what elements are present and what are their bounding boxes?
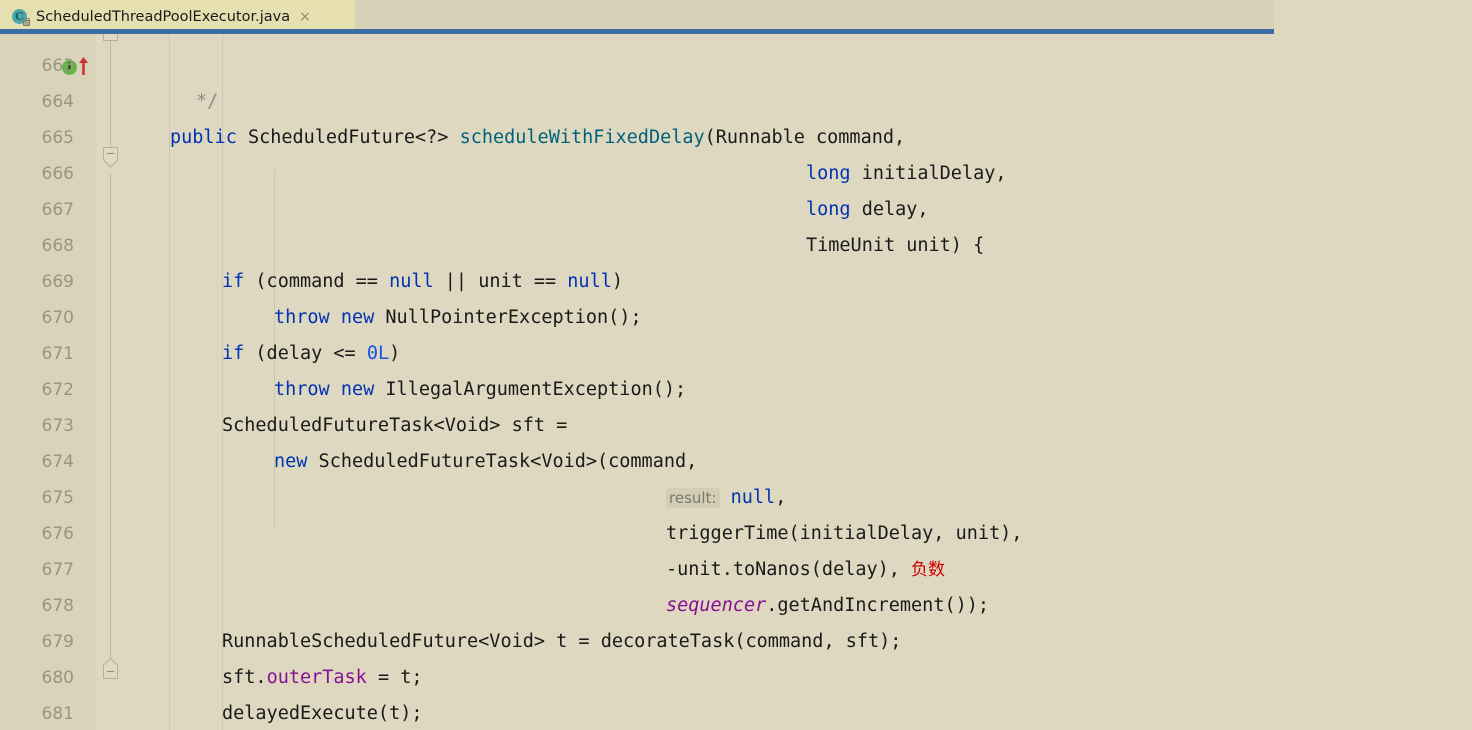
code-line[interactable]: 674 result: null, [0, 408, 1472, 508]
java-class-icon: C [12, 8, 30, 26]
code-editor[interactable]: I 663 */ 664 public ScheduledFuture<?> s… [0, 34, 1472, 730]
code-line[interactable]: 678 RunnableScheduledFuture<Void> t = de… [0, 552, 1472, 652]
code-line[interactable]: 668 if (command == null || unit == null) [0, 192, 1472, 292]
code-line[interactable]: 677 sequencer.getAndIncrement()); [0, 516, 1472, 616]
code-line[interactable]: 680 delayedExecute(t); [0, 624, 1472, 724]
code-line[interactable]: 670 if (delay <= 0L) [0, 264, 1472, 364]
code-line[interactable]: 671 throw new IllegalArgumentException()… [0, 300, 1472, 400]
lock-badge-icon [23, 18, 30, 26]
code-line[interactable]: 676 -unit.toNanos(delay), 负数 [0, 480, 1472, 580]
code-line[interactable]: 682 } [0, 696, 1472, 730]
tab-label: ScheduledThreadPoolExecutor.java [36, 8, 291, 25]
code-line[interactable]: 675 triggerTime(initialDelay, unit), [0, 444, 1472, 544]
code-line[interactable]: 667 TimeUnit unit) { [0, 156, 1472, 256]
code-line[interactable]: 664 public ScheduledFuture<?> scheduleWi… [0, 48, 1472, 148]
code-line[interactable]: 665 long initialDelay, [0, 84, 1472, 184]
code-line[interactable]: 672 ScheduledFutureTask<Void> sft = [0, 336, 1472, 436]
code-line[interactable]: 669 throw new NullPointerException(); [0, 228, 1472, 328]
code-line[interactable]: 681 return t; [0, 660, 1472, 724]
code-line[interactable]: 666 long delay, [0, 120, 1472, 220]
code-line[interactable]: 673 new ScheduledFutureTask<Void>(comman… [0, 372, 1472, 472]
close-icon[interactable]: × [299, 10, 311, 24]
code-line[interactable]: 679 sft.outerTask = t; [0, 588, 1472, 688]
code-line[interactable]: 663 */ [0, 34, 1472, 112]
editor-tab-bar: C ScheduledThreadPoolExecutor.java × [0, 0, 1274, 34]
